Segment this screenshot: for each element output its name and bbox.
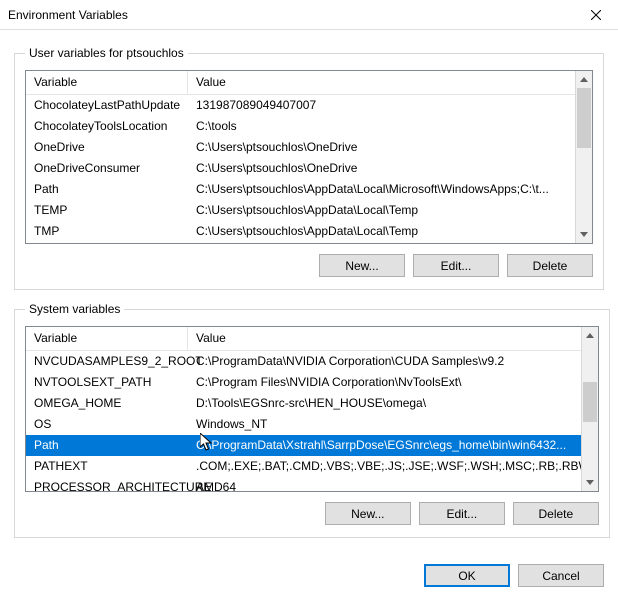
column-header-value[interactable]: Value	[188, 71, 592, 94]
table-row[interactable]: PROCESSOR_ARCHITECTUREAMD64	[26, 477, 598, 491]
table-row[interactable]: OMEGA_HOMED:\Tools\EGSnrc-src\HEN_HOUSE\…	[26, 393, 598, 414]
ok-button[interactable]: OK	[424, 564, 510, 587]
scroll-down-icon[interactable]	[582, 474, 598, 491]
table-row[interactable]: PATHEXT.COM;.EXE;.BAT;.CMD;.VBS;.VBE;.JS…	[26, 456, 598, 477]
user-variables-legend: User variables for ptsouchlos	[25, 46, 188, 60]
window-title: Environment Variables	[8, 8, 573, 22]
variable-value: Windows_NT	[188, 414, 598, 435]
titlebar: Environment Variables	[0, 0, 618, 30]
system-rows: NVCUDASAMPLES9_2_ROOTC:\ProgramData\NVID…	[26, 351, 598, 491]
cancel-button[interactable]: Cancel	[518, 564, 604, 587]
variable-name: PROCESSOR_ARCHITECTURE	[26, 477, 188, 491]
variable-name: Path	[26, 179, 188, 200]
variable-value: AMD64	[188, 477, 598, 491]
system-button-row: New... Edit... Delete	[25, 502, 599, 525]
system-new-button[interactable]: New...	[325, 502, 411, 525]
user-variables-list[interactable]: Variable Value ChocolateyLastPathUpdate1…	[25, 70, 593, 244]
scroll-thumb[interactable]	[583, 382, 597, 422]
table-row[interactable]: ChocolateyToolsLocationC:\tools	[26, 116, 592, 137]
scroll-thumb[interactable]	[577, 88, 591, 148]
user-delete-button[interactable]: Delete	[507, 254, 593, 277]
table-row[interactable]: OSWindows_NT	[26, 414, 598, 435]
variable-name: OneDrive	[26, 137, 188, 158]
table-row[interactable]: TEMPC:\Users\ptsouchlos\AppData\Local\Te…	[26, 200, 592, 221]
variable-name: OneDriveConsumer	[26, 158, 188, 179]
variable-name: ChocolateyLastPathUpdate	[26, 95, 188, 116]
close-icon	[591, 10, 601, 20]
variable-name: OS	[26, 414, 188, 435]
user-button-row: New... Edit... Delete	[25, 254, 593, 277]
variable-value: C:\Users\ptsouchlos\AppData\Local\Micros…	[188, 179, 592, 200]
scroll-track[interactable]	[582, 344, 598, 474]
system-delete-button[interactable]: Delete	[513, 502, 599, 525]
system-variables-group: System variables Variable Value NVCUDASA…	[14, 302, 610, 538]
scroll-up-icon[interactable]	[576, 71, 592, 88]
variable-name: NVCUDASAMPLES9_2_ROOT	[26, 351, 188, 372]
variable-name: TMP	[26, 221, 188, 242]
system-scrollbar[interactable]	[581, 327, 598, 491]
user-edit-button[interactable]: Edit...	[413, 254, 499, 277]
user-scrollbar[interactable]	[575, 71, 592, 243]
variable-name: OMEGA_HOME	[26, 393, 188, 414]
variable-name: NVTOOLSEXT_PATH	[26, 372, 188, 393]
dialog-button-row: OK Cancel	[0, 564, 618, 599]
table-row[interactable]: NVCUDASAMPLES9_2_ROOTC:\ProgramData\NVID…	[26, 351, 598, 372]
scroll-down-icon[interactable]	[576, 226, 592, 243]
system-variables-list[interactable]: Variable Value NVCUDASAMPLES9_2_ROOTC:\P…	[25, 326, 599, 492]
variable-value: C:\Users\ptsouchlos\OneDrive	[188, 158, 592, 179]
user-rows: ChocolateyLastPathUpdate1319870890494070…	[26, 95, 592, 243]
column-header-variable[interactable]: Variable	[26, 71, 188, 94]
table-row[interactable]: PathC:\Users\ptsouchlos\AppData\Local\Mi…	[26, 179, 592, 200]
user-variables-group: User variables for ptsouchlos Variable V…	[14, 46, 604, 290]
variable-name: TEMP	[26, 200, 188, 221]
variable-value: C:\Users\ptsouchlos\OneDrive	[188, 137, 592, 158]
table-row[interactable]: ChocolateyLastPathUpdate1319870890494070…	[26, 95, 592, 116]
user-new-button[interactable]: New...	[319, 254, 405, 277]
system-edit-button[interactable]: Edit...	[419, 502, 505, 525]
table-row[interactable]: NVTOOLSEXT_PATHC:\Program Files\NVIDIA C…	[26, 372, 598, 393]
variable-value: 131987089049407007	[188, 95, 592, 116]
variable-name: ChocolateyToolsLocation	[26, 116, 188, 137]
variable-value: C:\ProgramData\NVIDIA Corporation\CUDA S…	[188, 351, 598, 372]
table-row[interactable]: OneDriveConsumerC:\Users\ptsouchlos\OneD…	[26, 158, 592, 179]
variable-value: C:\Program Files\NVIDIA Corporation\NvTo…	[188, 372, 598, 393]
column-header-variable[interactable]: Variable	[26, 327, 188, 350]
column-header-value[interactable]: Value	[188, 327, 598, 350]
variable-name: PATHEXT	[26, 456, 188, 477]
table-row[interactable]: TMPC:\Users\ptsouchlos\AppData\Local\Tem…	[26, 221, 592, 242]
dialog-content: User variables for ptsouchlos Variable V…	[0, 30, 618, 564]
variable-value: C:\Users\ptsouchlos\AppData\Local\Temp	[188, 200, 592, 221]
variable-value: .COM;.EXE;.BAT;.CMD;.VBS;.VBE;.JS;.JSE;.…	[188, 456, 598, 477]
variable-name: Path	[26, 435, 188, 456]
variable-value: C:\tools	[188, 116, 592, 137]
variable-value: D:\Tools\EGSnrc-src\HEN_HOUSE\omega\	[188, 393, 598, 414]
variable-value: C:\Users\ptsouchlos\AppData\Local\Temp	[188, 221, 592, 242]
scroll-track[interactable]	[576, 88, 592, 226]
scroll-up-icon[interactable]	[582, 327, 598, 344]
table-row[interactable]: OneDriveC:\Users\ptsouchlos\OneDrive	[26, 137, 592, 158]
variable-value: C:\ProgramData\Xstrahl\SarrpDose\EGSnrc\…	[188, 435, 598, 456]
system-list-header[interactable]: Variable Value	[26, 327, 598, 351]
table-row[interactable]: PathC:\ProgramData\Xstrahl\SarrpDose\EGS…	[26, 435, 598, 456]
user-list-header[interactable]: Variable Value	[26, 71, 592, 95]
system-variables-legend: System variables	[25, 302, 124, 316]
close-button[interactable]	[573, 0, 618, 30]
